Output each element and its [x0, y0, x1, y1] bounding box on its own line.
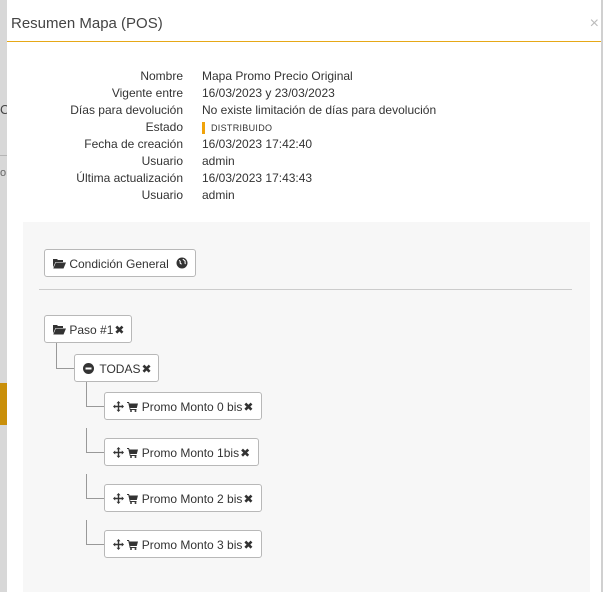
promo-item-label: Promo Monto 1bis	[141, 446, 240, 460]
move-icon[interactable]	[113, 486, 124, 514]
step-1-label: Paso #1	[69, 323, 114, 337]
promo-item-label: Promo Monto 0 bis	[141, 400, 243, 414]
condition-tree-panel: Condición General Paso #1✖ TODAS✖ Promo …	[23, 222, 590, 592]
info-value: No existe limitación de días para devolu…	[202, 103, 437, 117]
shopping-cart-icon	[127, 532, 139, 560]
tree-connector	[86, 474, 87, 498]
info-label: Fecha de creación	[84, 137, 183, 151]
promo-item-node[interactable]: Promo Monto 1bis✖	[104, 438, 259, 466]
info-row-nombre: Nombre Mapa Promo Precio Original	[7, 68, 601, 85]
info-value: 16/03/2023 y 23/03/2023	[202, 86, 335, 100]
info-value: 16/03/2023 17:42:40	[202, 137, 313, 151]
info-label: Días para devolución	[70, 103, 183, 117]
promo-item-node[interactable]: Promo Monto 3 bis✖	[104, 530, 262, 558]
promo-item-label: Promo Monto 3 bis	[141, 538, 243, 552]
info-row-dias-devolucion: Días para devolución No existe limitació…	[7, 102, 601, 119]
status-badge-wrapper: DISTRIBUIDO	[202, 119, 272, 136]
info-label: Nombre	[140, 69, 183, 83]
info-row-fecha-creacion: Fecha de creación 16/03/2023 17:42:40	[7, 136, 601, 153]
promo-item-node[interactable]: Promo Monto 2 bis✖	[104, 484, 262, 512]
general-condition-button[interactable]: Condición General	[44, 249, 196, 277]
info-row-vigente: Vigente entre 16/03/2023 y 23/03/2023	[7, 85, 601, 102]
info-label: Usuario	[141, 188, 183, 202]
folder-open-icon	[53, 317, 66, 345]
info-row-usuario-creacion: Usuario admin	[7, 153, 601, 170]
move-icon[interactable]	[113, 394, 124, 422]
group-todas-node[interactable]: TODAS✖	[74, 354, 159, 382]
tree-divider	[39, 289, 572, 290]
remove-item-icon[interactable]: ✖	[243, 400, 253, 414]
info-label: Usuario	[141, 154, 183, 168]
folder-open-icon	[53, 251, 66, 279]
shopping-cart-icon	[127, 486, 139, 514]
modal-title: Resumen Mapa (POS)	[11, 15, 163, 32]
tree-connector	[86, 382, 87, 406]
shopping-cart-icon	[127, 394, 139, 422]
background-left-small: o	[0, 167, 7, 179]
modal-header: Resumen Mapa (POS) ×	[7, 0, 601, 42]
info-label: Última actualización	[76, 171, 183, 185]
shopping-cart-icon	[127, 440, 139, 468]
info-label: Vigente entre	[111, 86, 183, 100]
info-row-ultima-actualizacion: Última actualización 16/03/2023 17:43:43	[7, 170, 601, 187]
status-badge: DISTRIBUIDO	[202, 122, 272, 134]
move-icon[interactable]	[113, 532, 124, 560]
promo-item-label: Promo Monto 2 bis	[141, 492, 243, 506]
info-value: admin	[202, 154, 235, 168]
info-label: Estado	[145, 120, 183, 134]
remove-step-icon[interactable]: ✖	[114, 323, 124, 337]
info-value: admin	[202, 188, 235, 202]
info-value: Mapa Promo Precio Original	[202, 69, 353, 83]
info-row-usuario-actualizacion: Usuario admin	[7, 187, 601, 204]
general-condition-label: Condición General	[69, 257, 169, 271]
remove-item-icon[interactable]: ✖	[243, 538, 253, 552]
tree-connector	[86, 520, 87, 544]
tree-connector	[86, 428, 87, 452]
group-todas-label: TODAS	[99, 362, 141, 376]
close-icon[interactable]: ×	[590, 15, 599, 33]
minus-circle-icon	[83, 356, 94, 384]
step-1-node[interactable]: Paso #1✖	[44, 315, 132, 343]
summary-modal: Resumen Mapa (POS) × Nombre Mapa Promo P…	[7, 0, 601, 592]
tree-connector	[56, 343, 57, 368]
remove-item-icon[interactable]: ✖	[240, 446, 250, 460]
summary-info: Nombre Mapa Promo Precio Original Vigent…	[7, 68, 601, 204]
promo-item-node[interactable]: Promo Monto 0 bis✖	[104, 392, 262, 420]
background-orange-button	[0, 383, 7, 425]
remove-item-icon[interactable]: ✖	[243, 492, 253, 506]
globe-icon	[176, 251, 188, 279]
info-row-estado: Estado DISTRIBUIDO	[7, 119, 601, 136]
move-icon[interactable]	[113, 440, 124, 468]
info-value: 16/03/2023 17:43:43	[202, 171, 313, 185]
remove-group-icon[interactable]: ✖	[141, 362, 151, 376]
